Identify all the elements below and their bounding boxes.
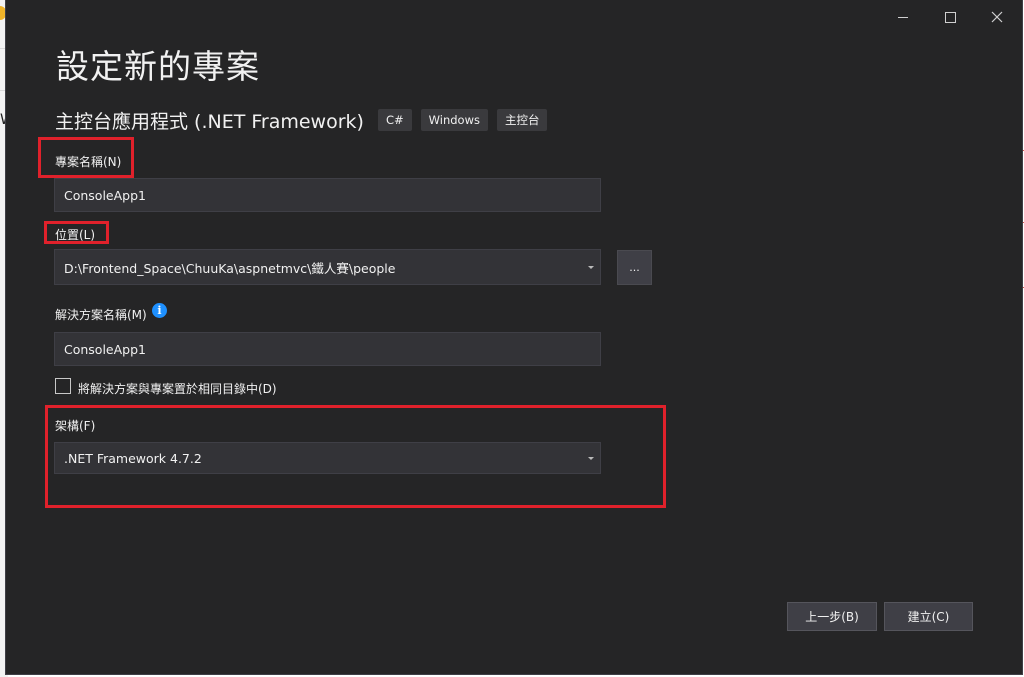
new-project-dialog: 設定新的專案 主控台應用程式 (.NET Framework) C# Windo… — [6, 0, 1022, 674]
template-row: 主控台應用程式 (.NET Framework) C# Windows 主控台 — [55, 108, 548, 133]
project-name-input[interactable]: ConsoleApp1 — [54, 178, 601, 212]
project-name-value: ConsoleApp1 — [64, 187, 146, 203]
solution-name-label: 解決方案名稱(M) — [55, 308, 147, 322]
solution-name-input[interactable]: ConsoleApp1 — [54, 332, 601, 366]
close-button[interactable] — [974, 6, 1020, 28]
template-name: 主控台應用程式 (.NET Framework) — [55, 110, 364, 133]
minimize-icon — [898, 16, 908, 18]
minimize-button[interactable] — [880, 6, 926, 28]
browse-location-button[interactable]: ... — [617, 250, 652, 285]
close-icon — [991, 11, 1003, 23]
maximize-icon — [944, 11, 956, 23]
chevron-down-icon[interactable] — [588, 265, 594, 269]
back-button[interactable]: 上一步(B) — [787, 602, 877, 631]
create-button[interactable]: 建立(C) — [884, 602, 973, 631]
tag-language: C# — [377, 109, 412, 131]
info-icon[interactable]: i — [152, 303, 167, 318]
location-combobox[interactable]: D:\Frontend_Space\ChuuKa\aspnetmvc\鐵人賽\p… — [54, 249, 601, 285]
solution-name-value: ConsoleApp1 — [64, 341, 146, 357]
highlight-location — [44, 221, 109, 244]
highlight-framework — [45, 405, 666, 508]
maximize-button[interactable] — [927, 6, 973, 28]
same-directory-checkbox[interactable] — [55, 378, 71, 394]
location-value: D:\Frontend_Space\ChuuKa\aspnetmvc\鐵人賽\p… — [64, 260, 396, 276]
same-directory-label[interactable]: 將解決方案與專案置於相同目錄中(D) — [78, 380, 277, 397]
tag-project-type: 主控台 — [496, 109, 548, 131]
dialog-title: 設定新的專案 — [56, 47, 260, 86]
highlight-project-name — [38, 137, 134, 178]
tag-platform: Windows — [420, 109, 488, 131]
